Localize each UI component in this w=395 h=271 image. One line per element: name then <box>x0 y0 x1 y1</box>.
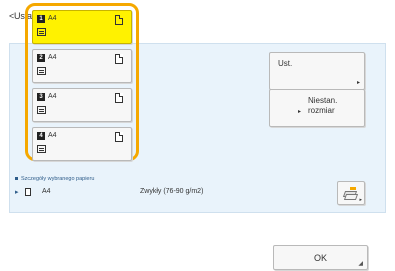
custom-size-label-line2: rozmiar <box>308 106 335 115</box>
paper-sheet-icon <box>115 93 123 103</box>
paper-sheet-icon <box>115 15 123 25</box>
drawer-4-button[interactable]: 4 A4 <box>32 127 132 161</box>
highlight-mark <box>350 187 356 190</box>
arrow-icon: ▸ <box>359 197 362 203</box>
custom-size-label-line1: Niestan. <box>308 96 338 105</box>
drawer-3-button[interactable]: 3 A4 <box>32 88 132 122</box>
paper-tray-icon <box>37 106 46 114</box>
drawer-paper-size: A4 <box>48 93 57 100</box>
drawer-number-icon: 4 <box>37 132 45 140</box>
paper-sheet-icon <box>115 132 123 142</box>
settings-button-label: Ust. <box>278 59 293 68</box>
ok-button[interactable]: OK ◢ <box>273 245 368 270</box>
paper-details-button[interactable]: ▸ <box>337 181 365 205</box>
paper-stack-icon <box>343 194 359 200</box>
custom-size-button[interactable]: ▸ Niestan. rozmiar <box>269 89 365 127</box>
paper-tray-icon <box>37 67 46 75</box>
custom-size-button-label: Niestan. rozmiar <box>308 96 337 116</box>
corner-arrow-icon: ◢ <box>358 261 363 267</box>
drawer-number-icon: 2 <box>37 54 45 62</box>
selected-paper-info: ▸ A4 Zwykły (76-90 g/m2) <box>15 187 335 199</box>
paper-sheet-icon <box>25 188 31 196</box>
selected-paper-size: A4 <box>42 188 51 195</box>
selected-paper-type: Zwykły (76-90 g/m2) <box>140 188 204 195</box>
paper-tray-icon <box>37 145 46 153</box>
selected-paper-caption-text: Szczegóły wybranego papieru <box>21 176 95 182</box>
bullet-icon <box>15 177 18 181</box>
drawer-number-icon: 1 <box>37 15 45 23</box>
drawer-paper-size: A4 <box>48 132 57 139</box>
settings-button[interactable]: Ust. ▸ <box>269 52 365 90</box>
paper-sheet-icon <box>115 54 123 64</box>
drawer-paper-size: A4 <box>48 15 57 22</box>
arrow-icon: ▸ <box>356 80 360 86</box>
selected-paper-caption: Szczegóły wybranego papieru <box>15 176 94 182</box>
ok-button-label: OK <box>313 253 327 263</box>
drawer-number-icon: 3 <box>37 93 45 101</box>
paper-tray-icon <box>37 28 46 36</box>
drawer-1-button[interactable]: 1 A4 <box>32 10 132 44</box>
arrow-icon: ▸ <box>298 109 302 115</box>
drawer-paper-size: A4 <box>48 54 57 61</box>
drawer-2-button[interactable]: 2 A4 <box>32 49 132 83</box>
chevron-right-icon: ▸ <box>15 189 19 196</box>
